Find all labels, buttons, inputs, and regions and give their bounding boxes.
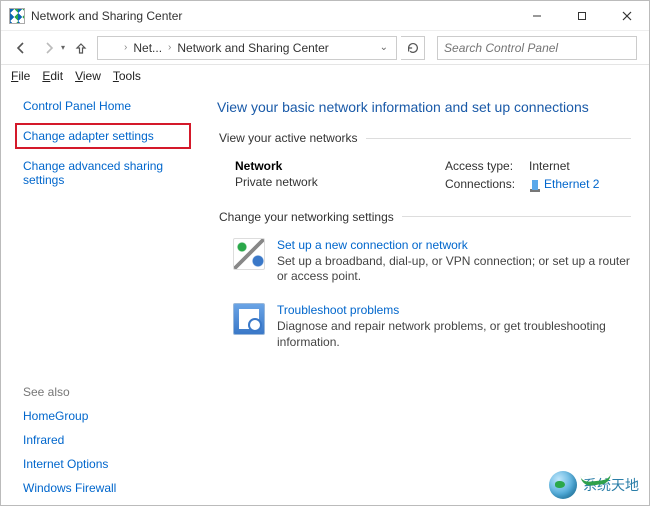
title-bar: Network and Sharing Center	[1, 1, 649, 31]
network-sharing-icon	[102, 40, 118, 56]
link-connection-ethernet[interactable]: Ethernet 2	[544, 177, 599, 191]
forward-button[interactable]	[37, 36, 61, 60]
minimize-button[interactable]	[514, 1, 559, 30]
menu-tools[interactable]: Tools	[113, 69, 141, 83]
close-button[interactable]	[604, 1, 649, 30]
network-name: Network	[235, 159, 415, 173]
content-pane: View your basic network information and …	[201, 87, 649, 505]
link-internet-options[interactable]: Internet Options	[23, 457, 187, 471]
highlight-change-adapter: Change adapter settings	[15, 123, 191, 149]
link-infrared[interactable]: Infrared	[23, 433, 187, 447]
window-title: Network and Sharing Center	[31, 9, 182, 23]
refresh-button[interactable]	[401, 36, 425, 60]
active-networks-legend: View your active networks	[217, 131, 366, 145]
up-button[interactable]	[69, 36, 93, 60]
link-setup-connection[interactable]: Set up a new connection or network	[277, 238, 631, 252]
crumb-current[interactable]: Network and Sharing Center	[177, 41, 328, 55]
history-dropdown-icon[interactable]: ▾	[61, 43, 65, 52]
search-box[interactable]	[437, 36, 637, 60]
setup-connection-desc: Set up a broadband, dial-up, or VPN conn…	[277, 254, 631, 285]
network-entry: Network Private network Access type: Int…	[217, 155, 631, 192]
menu-file[interactable]: File	[11, 69, 30, 83]
menu-bar: File Edit View Tools	[1, 65, 649, 87]
main-area: Control Panel Home Change adapter settin…	[1, 87, 649, 505]
network-type: Private network	[235, 175, 415, 189]
sidebar: Control Panel Home Change adapter settin…	[1, 87, 201, 505]
link-homegroup[interactable]: HomeGroup	[23, 409, 187, 423]
link-change-advanced-sharing[interactable]: Change advanced sharing settings	[23, 159, 187, 187]
chevron-right-icon[interactable]: ›	[166, 42, 173, 53]
item-setup-connection: Set up a new connection or network Set u…	[217, 234, 631, 299]
back-button[interactable]	[9, 36, 33, 60]
link-troubleshoot[interactable]: Troubleshoot problems	[277, 303, 631, 317]
navigation-bar: ▾ › Net... › Network and Sharing Center …	[1, 31, 649, 65]
chevron-down-icon[interactable]: ⌄	[376, 42, 392, 53]
see-also-label: See also	[23, 385, 187, 399]
ethernet-icon	[529, 178, 541, 192]
active-networks-group: View your active networks Network Privat…	[217, 131, 631, 192]
access-type-value: Internet	[529, 159, 599, 173]
breadcrumb[interactable]: › Net... › Network and Sharing Center ⌄	[97, 36, 397, 60]
troubleshoot-desc: Diagnose and repair network problems, or…	[277, 319, 631, 350]
setup-connection-icon	[233, 238, 265, 270]
menu-view[interactable]: View	[75, 69, 101, 83]
network-sharing-icon	[9, 8, 25, 24]
search-input[interactable]	[438, 41, 636, 55]
link-change-adapter-settings[interactable]: Change adapter settings	[23, 129, 154, 143]
troubleshoot-icon	[233, 303, 265, 335]
link-windows-firewall[interactable]: Windows Firewall	[23, 481, 187, 495]
maximize-button[interactable]	[559, 1, 604, 30]
window-controls	[514, 1, 649, 30]
page-heading: View your basic network information and …	[217, 99, 631, 115]
link-control-panel-home[interactable]: Control Panel Home	[23, 99, 187, 113]
item-troubleshoot: Troubleshoot problems Diagnose and repai…	[217, 299, 631, 364]
connections-label: Connections:	[445, 177, 515, 192]
change-settings-legend: Change your networking settings	[217, 210, 402, 224]
menu-edit[interactable]: Edit	[42, 69, 63, 83]
change-settings-group: Change your networking settings Set up a…	[217, 210, 631, 364]
chevron-right-icon[interactable]: ›	[122, 42, 129, 53]
crumb-parent[interactable]: Net...	[133, 41, 162, 55]
access-type-label: Access type:	[445, 159, 515, 173]
